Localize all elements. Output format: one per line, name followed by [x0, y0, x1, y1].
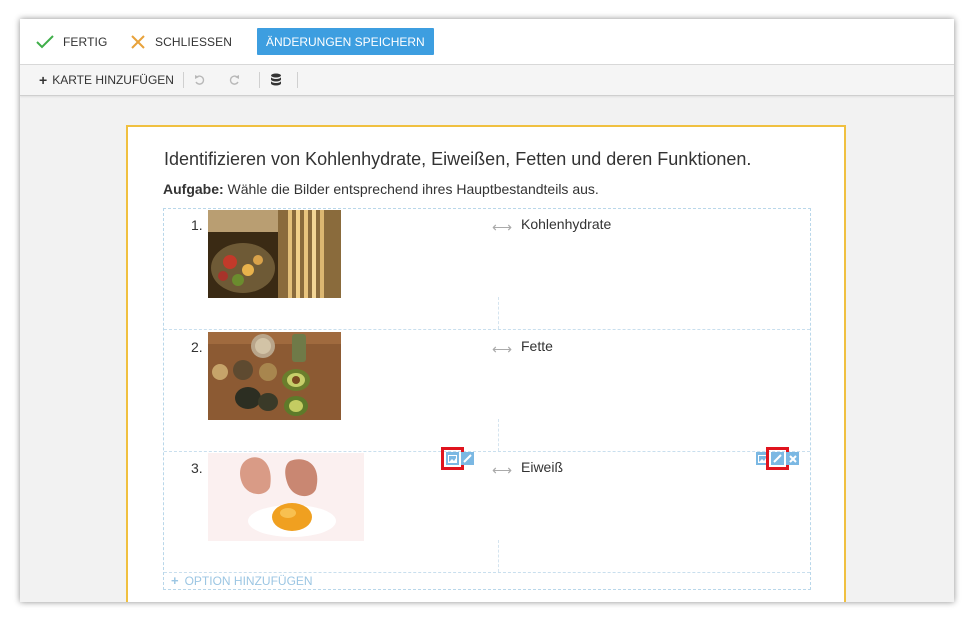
add-option-label: OPTION HINZUFÜGEN: [184, 573, 313, 588]
column-divider: [498, 419, 499, 451]
redo-button[interactable]: [226, 72, 242, 88]
pair-arrow-icon: ⟷: [492, 462, 513, 478]
answer-edit-button[interactable]: [766, 447, 789, 470]
image-item-tools: [441, 447, 474, 470]
task-text: Wähle die Bilder entsprechend ihres Haup…: [223, 181, 599, 197]
redo-icon: [229, 75, 239, 85]
answer-label[interactable]: Fette: [521, 338, 553, 354]
answer-label[interactable]: Kohlenhydrate: [521, 216, 611, 232]
table-row: 1. ⟷ Kohlenhydrate: [164, 209, 810, 330]
toolbar-divider: [297, 72, 298, 88]
column-divider: [498, 297, 499, 329]
done-button[interactable]: FERTIG: [36, 19, 107, 64]
task-label: Aufgabe:: [163, 181, 224, 197]
matching-table: 1. ⟷ Kohlenhydrate 2. ⟷ Fette 3. ⟷ Eiwei…: [163, 208, 811, 590]
secondary-toolbar: + KARTE HINZUFÜGEN: [20, 65, 954, 96]
column-divider: [498, 540, 499, 572]
top-toolbar: FERTIG SCHLIESSEN ÄNDERUNGEN SPEICHERN: [20, 19, 954, 65]
toolbar-divider: [259, 72, 260, 88]
table-row: 3. ⟷ Eiweiß: [164, 447, 810, 573]
image-icon: [448, 454, 457, 463]
add-option-button[interactable]: + OPTION HINZUFÜGEN: [171, 573, 313, 588]
edit-text-button[interactable]: [461, 452, 474, 465]
database-button[interactable]: [268, 72, 284, 88]
add-card-label: KARTE HINZUFÜGEN: [52, 73, 174, 87]
editor-window: FERTIG SCHLIESSEN ÄNDERUNGEN SPEICHERN +…: [20, 19, 954, 602]
image-icon: [758, 454, 767, 463]
close-icon: [131, 34, 145, 49]
undo-icon: [195, 75, 205, 85]
card-title: Identifizieren von Kohlenhydrate, Eiweiß…: [164, 149, 752, 169]
item-number: 3.: [191, 460, 203, 476]
edit-image-button[interactable]: [441, 447, 464, 470]
pair-arrow-icon: ⟷: [492, 219, 513, 235]
close-label: SCHLIESSEN: [155, 34, 233, 49]
add-card-button[interactable]: + KARTE HINZUFÜGEN: [39, 65, 174, 95]
toolbar-divider: [183, 72, 184, 88]
pencil-icon: [773, 454, 782, 463]
pasta-grains-photo[interactable]: [208, 210, 341, 298]
exercise-card: Identifizieren von Kohlenhydrate, Eiweiß…: [126, 125, 846, 602]
pair-arrow-icon: ⟷: [492, 341, 513, 357]
answer-label[interactable]: Eiweiß: [521, 459, 563, 475]
item-number: 1.: [191, 217, 203, 233]
item-number: 2.: [191, 339, 203, 355]
task-instruction: Aufgabe: Wähle die Bilder entsprechend i…: [163, 181, 599, 197]
row-divider: [164, 329, 810, 330]
database-icon: [271, 73, 281, 86]
close-icon: [788, 454, 797, 463]
pencil-icon: [463, 454, 472, 463]
plus-icon: +: [171, 573, 179, 588]
undo-button[interactable]: [192, 72, 208, 88]
done-label: FERTIG: [63, 34, 108, 49]
answer-image-button[interactable]: [756, 452, 769, 465]
answer-item-tools: [756, 447, 799, 470]
nuts-avocado-oil-photo[interactable]: [208, 332, 341, 420]
cracked-egg-photo[interactable]: [208, 453, 364, 541]
check-icon: [36, 34, 54, 48]
save-changes-button[interactable]: ÄNDERUNGEN SPEICHERN: [257, 28, 434, 55]
answer-delete-button[interactable]: [786, 452, 799, 465]
close-button[interactable]: SCHLIESSEN: [130, 19, 232, 64]
table-row: 2. ⟷ Fette: [164, 331, 810, 452]
plus-icon: +: [39, 72, 48, 88]
